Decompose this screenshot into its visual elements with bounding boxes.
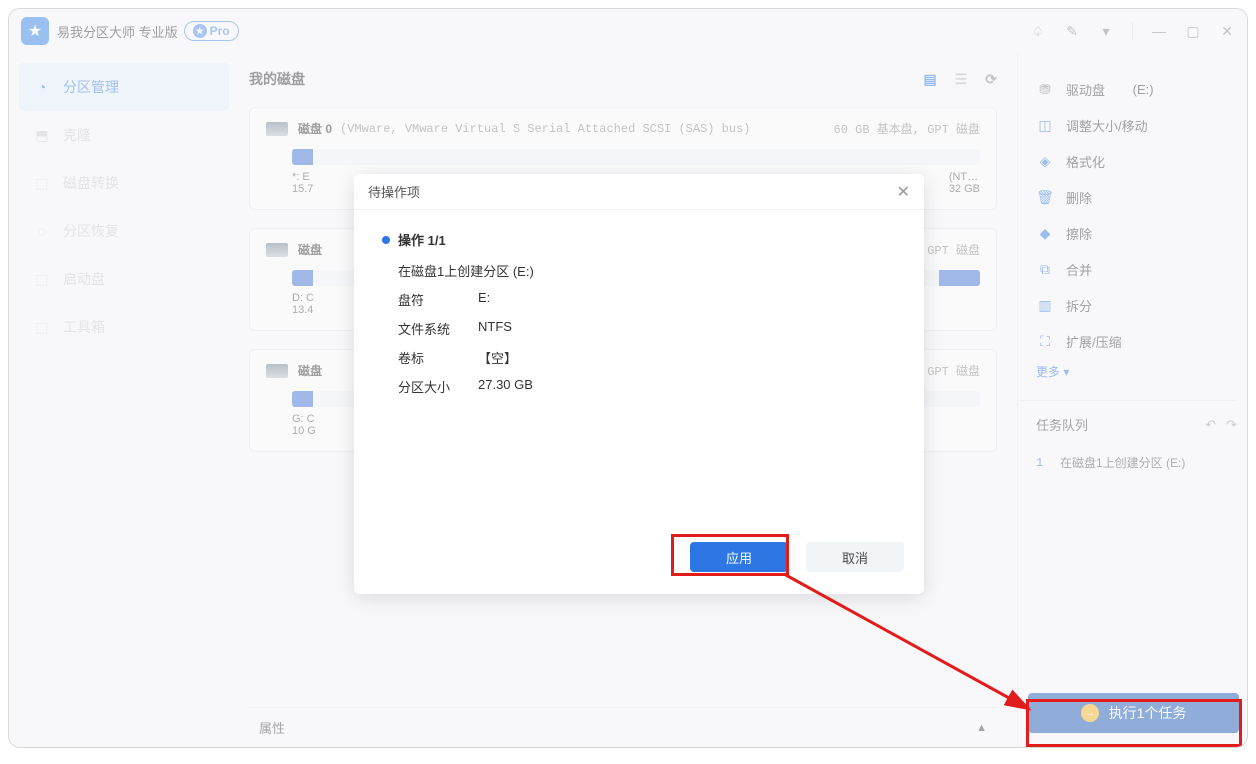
close-icon[interactable]: ✕ [897, 182, 910, 202]
modal-title: 待操作项 [368, 182, 420, 201]
op-description: 在磁盘1上创建分区 (E:) [398, 261, 896, 280]
cancel-button[interactable]: 取消 [806, 542, 904, 572]
pending-operations-modal: 待操作项 ✕ 操作 1/1 在磁盘1上创建分区 (E:) 盘符E: 文件系统NT… [354, 174, 924, 594]
apply-button[interactable]: 应用 [690, 542, 788, 572]
bullet-icon [382, 236, 390, 244]
op-count: 操作 1/1 [398, 230, 446, 249]
